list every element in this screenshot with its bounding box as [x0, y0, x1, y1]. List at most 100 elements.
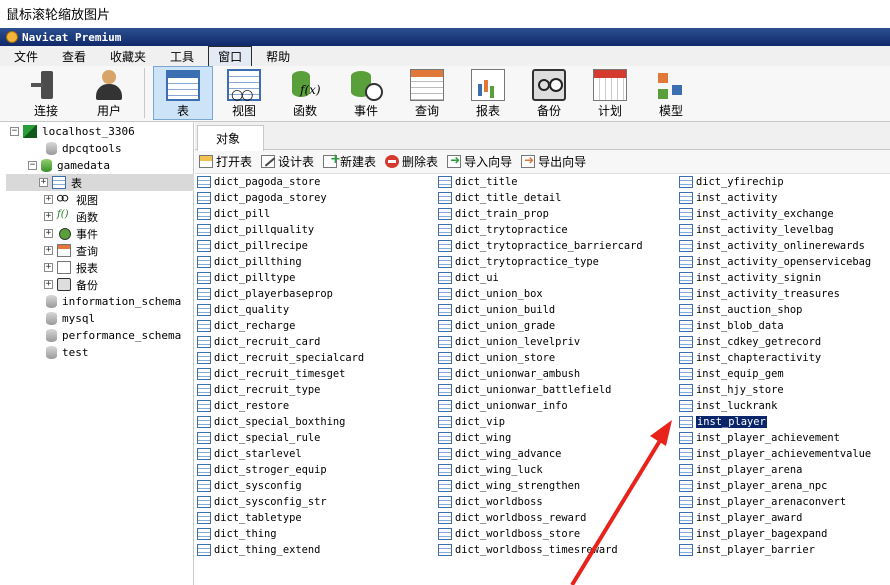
table-list-item[interactable]: inst_player_arena_npc [679, 478, 871, 494]
menu-tools[interactable]: 工具 [160, 46, 204, 67]
table-list-item[interactable]: dict_union_store [438, 350, 643, 366]
table-list-item[interactable]: dict_yfirechip [679, 174, 871, 190]
table-list-item[interactable]: dict_pagoda_storey [197, 190, 364, 206]
menu-favorites[interactable]: 收藏夹 [100, 46, 156, 67]
table-list-item[interactable]: dict_wing [438, 430, 643, 446]
tree-db-test[interactable]: test [46, 344, 89, 361]
table-list-item[interactable]: dict_recruit_type [197, 382, 364, 398]
expand-toggle-icon[interactable]: + [44, 229, 53, 238]
schedule-button[interactable]: 计划 [580, 66, 640, 120]
user-button[interactable]: 用户 [79, 66, 139, 120]
menu-view[interactable]: 查看 [52, 46, 96, 67]
table-list-item[interactable]: inst_cdkey_getrecord [679, 334, 871, 350]
table-list-item[interactable]: inst_player_barrier [679, 542, 871, 558]
expand-toggle-icon[interactable]: + [44, 246, 53, 255]
table-list-item[interactable]: dict_pillthing [197, 254, 364, 270]
table-list-item[interactable]: dict_train_prop [438, 206, 643, 222]
table-list-item[interactable]: inst_equip_gem [679, 366, 871, 382]
table-list-item[interactable]: inst_player_award [679, 510, 871, 526]
table-list-item[interactable]: inst_activity_treasures [679, 286, 871, 302]
tree-node-functions[interactable]: + 函数 [44, 208, 98, 225]
expand-toggle-icon[interactable]: + [44, 280, 53, 289]
tree-db-mysql[interactable]: mysql [46, 310, 95, 327]
table-list-item[interactable]: dict_recruit_specialcard [197, 350, 364, 366]
design-table-button[interactable]: 设计表 [261, 153, 314, 170]
table-list-item[interactable]: dict_pilltype [197, 270, 364, 286]
tree-connection[interactable]: − localhost_3306 [10, 123, 135, 140]
backup-button[interactable]: 备份 [519, 66, 579, 120]
table-list-item[interactable]: dict_wing_strengthen [438, 478, 643, 494]
table-list-item[interactable]: dict_worldboss_reward [438, 510, 643, 526]
table-list-item[interactable]: dict_recruit_card [197, 334, 364, 350]
table-list-item[interactable]: dict_quality [197, 302, 364, 318]
menu-window[interactable]: 窗口 [208, 45, 253, 67]
table-list-item[interactable]: dict_unionwar_info [438, 398, 643, 414]
table-list-item[interactable]: dict_recruit_timesget [197, 366, 364, 382]
tree-node-views[interactable]: + 视图 [44, 191, 98, 208]
table-list-item[interactable]: dict_union_levelpriv [438, 334, 643, 350]
table-list-item[interactable]: dict_trytopractice_type [438, 254, 643, 270]
table-list-item[interactable]: dict_pillrecipe [197, 238, 364, 254]
table-list-item[interactable]: dict_pill [197, 206, 364, 222]
tree-node-reports[interactable]: + 报表 [44, 259, 98, 276]
table-list-item[interactable]: dict_worldboss_timesreward [438, 542, 643, 558]
table-list-item[interactable]: inst_player_arenaconvert [679, 494, 871, 510]
table-list-item[interactable]: inst_activity_signin [679, 270, 871, 286]
table-list-item[interactable]: dict_title [438, 174, 643, 190]
table-button[interactable]: 表 [153, 66, 213, 120]
table-list-item[interactable]: dict_pagoda_store [197, 174, 364, 190]
table-list-item[interactable]: inst_auction_shop [679, 302, 871, 318]
table-list-item[interactable]: dict_ui [438, 270, 643, 286]
tree-db-dpcqtools[interactable]: dpcqtools [46, 140, 122, 157]
table-list-item[interactable]: dict_special_boxthing [197, 414, 364, 430]
tree-node-events[interactable]: + 事件 [44, 225, 98, 242]
table-list-item[interactable]: dict_unionwar_battlefield [438, 382, 643, 398]
table-list-item[interactable]: dict_stroger_equip [197, 462, 364, 478]
table-list-item[interactable]: dict_unionwar_ambush [438, 366, 643, 382]
menu-help[interactable]: 帮助 [256, 46, 300, 67]
table-list-item[interactable]: dict_worldboss [438, 494, 643, 510]
tab-objects[interactable]: 对象 [197, 125, 264, 151]
tree-db-performance-schema[interactable]: performance_schema [46, 327, 181, 344]
table-list-item[interactable]: dict_title_detail [438, 190, 643, 206]
event-button[interactable]: 事件 [336, 66, 396, 120]
table-list-item[interactable]: inst_activity_openservicebag [679, 254, 871, 270]
export-wizard-button[interactable]: 导出向导 [521, 153, 586, 170]
table-list-item[interactable]: inst_player [679, 414, 871, 430]
expand-toggle-icon[interactable]: + [44, 212, 53, 221]
table-list-item[interactable]: inst_player_arena [679, 462, 871, 478]
table-list-item[interactable]: inst_activity [679, 190, 871, 206]
table-list-item[interactable]: inst_activity_exchange [679, 206, 871, 222]
tree-node-tables[interactable]: + 表 [6, 174, 194, 191]
table-list-item[interactable]: dict_worldboss_store [438, 526, 643, 542]
table-list-item[interactable]: dict_recharge [197, 318, 364, 334]
table-list-item[interactable]: dict_union_build [438, 302, 643, 318]
table-list-item[interactable]: dict_wing_advance [438, 446, 643, 462]
delete-table-button[interactable]: 删除表 [385, 153, 438, 170]
table-list-item[interactable]: dict_sysconfig [197, 478, 364, 494]
tree-db-gamedata[interactable]: − gamedata [28, 157, 110, 174]
expand-toggle-icon[interactable]: + [44, 195, 53, 204]
table-list-item[interactable]: dict_thing_extend [197, 542, 364, 558]
collapse-toggle-icon[interactable]: − [10, 127, 19, 136]
table-list-item[interactable]: dict_vip [438, 414, 643, 430]
connect-button[interactable]: 连接 [14, 66, 78, 120]
table-list-item[interactable]: dict_special_rule [197, 430, 364, 446]
tree-node-queries[interactable]: + 查询 [44, 242, 98, 259]
tree-db-information-schema[interactable]: information_schema [46, 293, 181, 310]
report-button[interactable]: 报表 [458, 66, 518, 120]
collapse-toggle-icon[interactable]: − [28, 161, 37, 170]
table-list-item[interactable]: inst_player_achievement [679, 430, 871, 446]
import-wizard-button[interactable]: 导入向导 [447, 153, 512, 170]
table-list-item[interactable]: dict_pillquality [197, 222, 364, 238]
table-list-item[interactable]: inst_chapteractivity [679, 350, 871, 366]
expand-toggle-icon[interactable]: + [39, 178, 48, 187]
table-list-item[interactable]: inst_luckrank [679, 398, 871, 414]
table-list-item[interactable]: dict_union_box [438, 286, 643, 302]
table-list-item[interactable]: dict_trytopractice_barriercard [438, 238, 643, 254]
expand-toggle-icon[interactable]: + [44, 263, 53, 272]
table-list-item[interactable]: dict_sysconfig_str [197, 494, 364, 510]
table-list-item[interactable]: inst_activity_onlinerewards [679, 238, 871, 254]
model-button[interactable]: 模型 [641, 66, 701, 120]
table-list-item[interactable]: dict_wing_luck [438, 462, 643, 478]
